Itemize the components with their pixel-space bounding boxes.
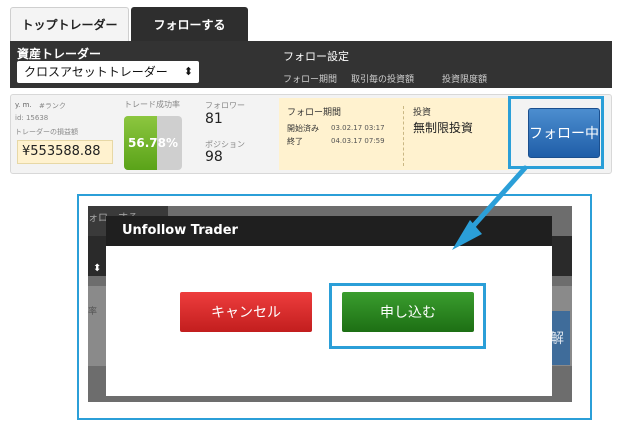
period-divider bbox=[403, 106, 404, 166]
trader-name: y. m. bbox=[15, 101, 32, 109]
column-per-trade-amount: 取引毎の投資額 bbox=[351, 75, 415, 85]
sort-arrows-icon: ⬍ bbox=[183, 65, 193, 78]
positions-value: 98 bbox=[205, 149, 223, 165]
period-end-label: 終了 bbox=[287, 137, 303, 146]
followers-value: 81 bbox=[205, 111, 223, 127]
follow-period-panel: フォロー期間 開始済み 03.02.17 03:17 終了 04.03.17 0… bbox=[279, 98, 509, 170]
followers-label: フォロワー bbox=[205, 101, 245, 110]
trader-rank: #ランク bbox=[39, 102, 66, 110]
highlight-following-button bbox=[508, 96, 604, 169]
period-start-value: 03.02.17 03:17 bbox=[331, 124, 385, 132]
follow-settings-label: フォロー設定 bbox=[283, 50, 349, 63]
page: トップトレーダー フォローする 資産トレーダー クロスアセットトレーダー ⬍ フ… bbox=[0, 0, 620, 432]
tab-follow[interactable]: フォローする bbox=[131, 7, 248, 41]
success-rate-gauge: 56.78% bbox=[124, 116, 182, 170]
cancel-button[interactable]: キャンセル bbox=[180, 292, 312, 332]
invest-value: 無制限投資 bbox=[413, 121, 474, 135]
backdrop-chevron-icon: ⬍ bbox=[93, 263, 102, 274]
period-heading: フォロー期間 bbox=[287, 108, 342, 118]
backdrop-label-text: 率 bbox=[88, 307, 98, 317]
invest-label: 投資 bbox=[413, 108, 432, 118]
dialog-title: Unfollow Trader bbox=[106, 216, 552, 246]
asset-label: 資産トレーダー bbox=[17, 47, 102, 61]
tab-top-traders[interactable]: トップトレーダー bbox=[10, 7, 129, 41]
trader-id: id: 15638 bbox=[15, 114, 49, 122]
asset-select-value: クロスアセットトレーダー bbox=[24, 65, 168, 79]
profit-label: トレーダーの損益額 bbox=[15, 128, 78, 136]
success-rate-text: 56.78% bbox=[128, 136, 178, 150]
header-bar: 資産トレーダー クロスアセットトレーダー ⬍ フォロー設定 フォロー期間 取引毎… bbox=[10, 41, 612, 88]
highlight-apply-button bbox=[329, 283, 486, 349]
profit-value: ¥553588.88 bbox=[17, 140, 113, 164]
period-start-label: 開始済み bbox=[287, 124, 319, 133]
period-end-value: 04.03.17 07:59 bbox=[331, 137, 385, 145]
success-rate-label: トレード成功率 bbox=[124, 100, 180, 109]
column-follow-period: フォロー期間 bbox=[283, 75, 338, 85]
column-investment-limit: 投資限度額 bbox=[442, 75, 488, 85]
asset-select[interactable]: クロスアセットトレーダー ⬍ bbox=[17, 61, 199, 83]
